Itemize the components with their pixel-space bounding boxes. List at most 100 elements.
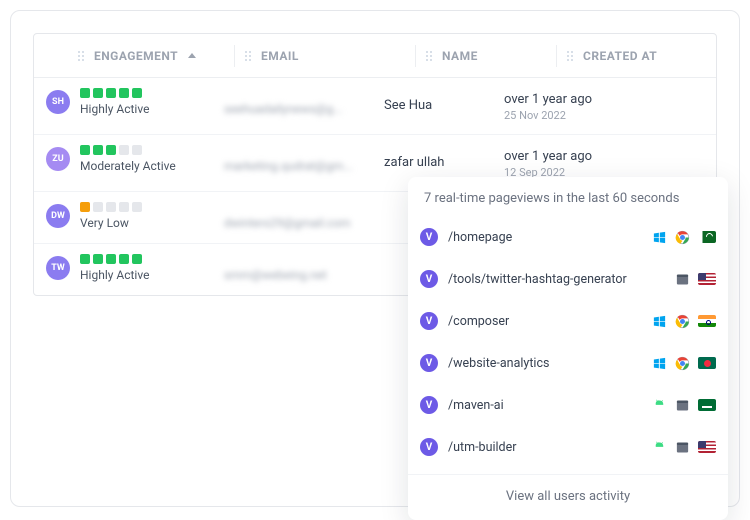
col-label: ENGAGEMENT <box>94 49 178 63</box>
pageview-path: /maven-ai <box>448 398 642 413</box>
avatar[interactable]: DW <box>46 204 70 228</box>
created-date: 25 Nov 2022 <box>504 109 716 122</box>
email-text: marketing.qudrat@gm... <box>224 159 353 173</box>
engagement-bar <box>106 145 116 155</box>
cell-email: seehuadailynews@g... <box>224 88 384 117</box>
engagement-bar <box>119 202 129 212</box>
engagement-bar <box>119 88 129 98</box>
col-label: NAME <box>442 49 478 63</box>
android-icon <box>652 440 667 455</box>
pageview-icons <box>652 356 716 371</box>
col-header-created[interactable]: CREATED AT <box>567 49 716 63</box>
col-header-email[interactable]: EMAIL <box>245 49 405 63</box>
pageview-path: /website-analytics <box>448 356 642 371</box>
engagement-block: Very Low <box>80 202 142 230</box>
col-label: CREATED AT <box>583 49 657 63</box>
col-label: EMAIL <box>261 49 299 63</box>
pageview-path: /composer <box>448 314 642 329</box>
cell-name: See Hua <box>384 88 504 113</box>
pageview-icons <box>652 230 716 245</box>
email-text: dwinters29@gmail.com <box>224 216 351 230</box>
created-relative: over 1 year ago <box>504 149 716 164</box>
engagement-label: Very Low <box>80 216 142 230</box>
engagement-bars <box>80 202 142 212</box>
visitor-dot: V <box>420 438 438 456</box>
avatar[interactable]: ZU <box>46 147 70 171</box>
pageview-item[interactable]: V/tools/twitter-hashtag-generator <box>420 258 716 300</box>
email-text: seehuadailynews@g... <box>224 102 343 116</box>
pageview-icons <box>652 398 716 413</box>
visitor-dot: V <box>420 396 438 414</box>
pageview-item[interactable]: V/website-analytics <box>420 342 716 384</box>
drag-handle-icon[interactable] <box>567 51 573 61</box>
engagement-block: Highly Active <box>80 88 149 116</box>
cell-engagement: TW Highly Active <box>34 254 224 282</box>
engagement-bar <box>132 254 142 264</box>
engagement-bar <box>93 88 103 98</box>
flag-icon-sa <box>698 399 716 411</box>
pageview-item[interactable]: V/utm-builder <box>420 426 716 468</box>
cell-email: smm@webeing.net <box>224 254 384 283</box>
drag-handle-icon[interactable] <box>78 51 84 61</box>
avatar[interactable]: TW <box>46 256 70 280</box>
engagement-bars <box>80 88 149 98</box>
cell-email: marketing.qudrat@gm... <box>224 145 384 174</box>
pageview-path: /homepage <box>448 230 642 245</box>
visitor-dot: V <box>420 228 438 246</box>
pageview-icons <box>675 272 716 287</box>
browser-icon <box>675 272 690 287</box>
col-header-name[interactable]: NAME <box>426 49 546 63</box>
engagement-bar <box>132 202 142 212</box>
engagement-label: Highly Active <box>80 268 149 282</box>
browser-icon <box>675 440 690 455</box>
engagement-bar <box>106 254 116 264</box>
pageview-list: V/homepageV/tools/twitter-hashtag-genera… <box>408 216 728 468</box>
engagement-bar <box>119 254 129 264</box>
pageview-path: /utm-builder <box>448 440 642 455</box>
cell-engagement: DW Very Low <box>34 202 224 230</box>
flag-icon-us <box>698 441 716 453</box>
engagement-block: Highly Active <box>80 254 149 282</box>
engagement-bars <box>80 145 176 155</box>
drag-handle-icon[interactable] <box>426 51 432 61</box>
engagement-bar <box>132 88 142 98</box>
col-separator <box>556 45 557 67</box>
pageview-icons <box>652 440 716 455</box>
flag-icon-in <box>698 315 716 327</box>
pageview-item[interactable]: V/composer <box>420 300 716 342</box>
drag-handle-icon[interactable] <box>245 51 251 61</box>
engagement-bar <box>80 88 90 98</box>
visitor-dot: V <box>420 354 438 372</box>
engagement-bar <box>93 202 103 212</box>
flag-icon-bd <box>698 357 716 369</box>
visitor-dot: V <box>420 270 438 288</box>
pageview-item[interactable]: V/maven-ai <box>420 384 716 426</box>
browser-icon <box>675 398 690 413</box>
col-separator <box>415 45 416 67</box>
pageview-item[interactable]: V/homepage <box>420 216 716 258</box>
realtime-popover: 7 real-time pageviews in the last 60 sec… <box>408 177 728 520</box>
flag-icon-pk <box>698 231 716 243</box>
engagement-bar <box>132 145 142 155</box>
table-row[interactable]: SH Highly Active seehuadailynews@g... See H… <box>34 78 716 135</box>
visitor-dot: V <box>420 312 438 330</box>
android-icon <box>652 398 667 413</box>
col-separator <box>234 45 235 67</box>
email-text: smm@webeing.net <box>224 268 327 282</box>
engagement-bar <box>80 254 90 264</box>
col-header-engagement[interactable]: ENGAGEMENT <box>34 49 224 63</box>
avatar[interactable]: SH <box>46 90 70 114</box>
windows-icon <box>652 230 667 245</box>
engagement-bar <box>106 202 116 212</box>
cell-email: dwinters29@gmail.com <box>224 202 384 231</box>
chrome-icon <box>675 356 690 371</box>
chrome-icon <box>675 314 690 329</box>
popover-title: 7 real-time pageviews in the last 60 sec… <box>408 177 728 216</box>
engagement-bar <box>80 145 90 155</box>
chevron-up-icon <box>188 53 196 58</box>
cell-engagement: ZUModerately Active <box>34 145 224 173</box>
cell-created: over 1 year ago12 Sep 2022 <box>504 145 716 179</box>
cell-name: zafar ullah <box>384 145 504 170</box>
view-all-activity-link[interactable]: View all users activity <box>408 474 728 520</box>
engagement-label: Highly Active <box>80 102 149 116</box>
